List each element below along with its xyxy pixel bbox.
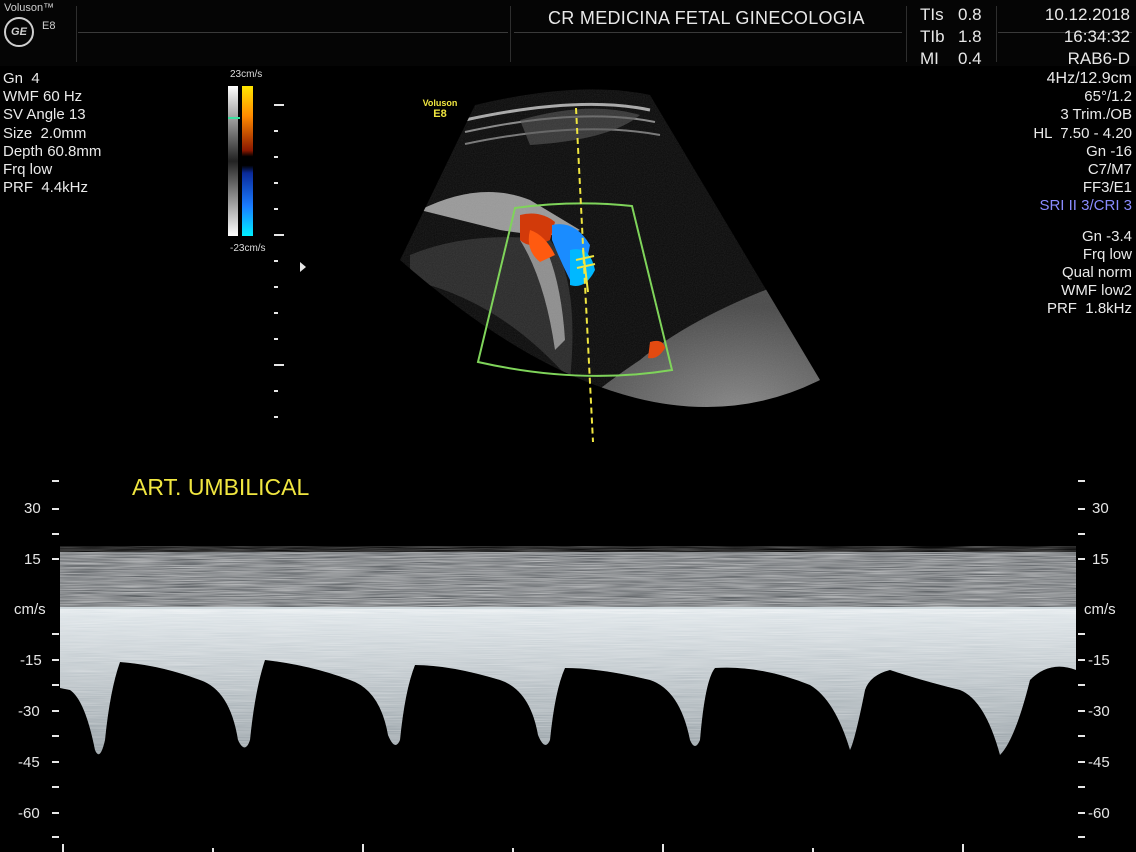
exam-time: 16:34:32 [1063,27,1130,46]
header-separator [76,6,77,62]
param-framerate: 4Hz/12.9cm [1046,70,1132,87]
tick-label: -15 [1088,652,1110,669]
unit-label: cm/s [14,601,46,618]
tick-label: 15 [1092,551,1109,568]
depth-ruler [274,104,306,418]
param-gain-2d: Gn -16 [1086,142,1132,160]
param-sv-angle: SV Angle 13 [3,106,86,124]
param-preset: 3 Trim./OB [1060,106,1132,124]
tick-label: 15 [24,551,41,568]
brand-name: Voluson™ [4,2,55,14]
header-separator [510,6,511,62]
tick-label: -45 [1088,754,1110,771]
param-hl: HL 7.50 - 4.20 [1033,124,1132,142]
unit-label: cm/s [1084,601,1116,618]
tick-label: -15 [20,652,42,669]
color-scale-top: 23cm/s [230,69,263,80]
header-separator [996,6,997,62]
color-scale-bar [228,86,253,236]
index-mi: MI 0.4 [920,49,982,68]
param-frequency: Frq low [3,161,53,179]
velocity-axis-right: 30 15 cm/s -15 -30 -45 -60 [1072,470,1136,850]
header-divider [78,32,508,33]
institution-name: CR MEDICINA FETAL GINECOLOGIA [548,8,865,28]
param-wmf: WMF 60 Hz [3,88,83,106]
tick-label: -45 [18,754,40,771]
time-axis [62,844,964,852]
datetime-block: 10.12.2018 16:34:32 RAB6-D [1000,4,1130,70]
tick-label: -60 [18,805,40,822]
safety-indices: TIs 0.8 TIb 1.8 MI 0.4 [920,4,992,70]
exam-date: 10.12.2018 [1044,5,1130,24]
param-cm: C7/M7 [1087,161,1132,179]
header-divider [514,32,902,33]
param-angle: 65°/1.2 [1084,88,1132,106]
param-prf: PRF 4.4kHz [3,179,89,197]
param-size: Size 2.0mm [3,124,87,142]
tick-label: -60 [1088,805,1110,822]
bmode-image [400,89,820,443]
param-color-wmf: WMF low2 [1061,282,1132,300]
probe-name: RAB6-D [1067,49,1130,68]
tick-label: -30 [18,703,40,720]
param-quality: Qual norm [1061,264,1132,282]
tick-label: 30 [24,500,41,517]
param-gain: Gn 4 [3,70,40,87]
image-watermark: Voluson E8 [422,98,458,120]
model-name: E8 [42,20,56,32]
color-scale-bottom: -23cm/s [230,243,266,254]
index-tib: TIb 1.8 [920,27,982,46]
right-param-panel: 4Hz/12.9cm 65°/1.2 3 Trim./OB HL 7.50 - … [932,70,1132,319]
header-separator [906,6,907,62]
param-color-frq: Frq low [1082,245,1132,263]
param-color-gain: Gn -3.4 [1081,227,1132,245]
doppler-spectrum [60,552,1076,755]
param-ff: FF3/E1 [1082,179,1132,197]
ge-logo-icon: GE [4,17,34,47]
tick-label: 30 [1092,500,1109,517]
vessel-label: ART. UMBILICAL [132,474,310,500]
velocity-axis-left: 30 15 cm/s -15 -30 -45 -60 [0,470,64,850]
param-depth: Depth 60.8mm [3,142,102,160]
param-color-prf: PRF 1.8kHz [1046,300,1132,318]
left-param-panel: Gn 4 WMF 60 Hz SV Angle 13 Size 2.0mm De… [3,70,101,197]
param-sri: SRI II 3/CRI 3 [1039,197,1132,215]
index-tis: TIs 0.8 [920,5,982,24]
tick-label: -30 [1088,703,1110,720]
